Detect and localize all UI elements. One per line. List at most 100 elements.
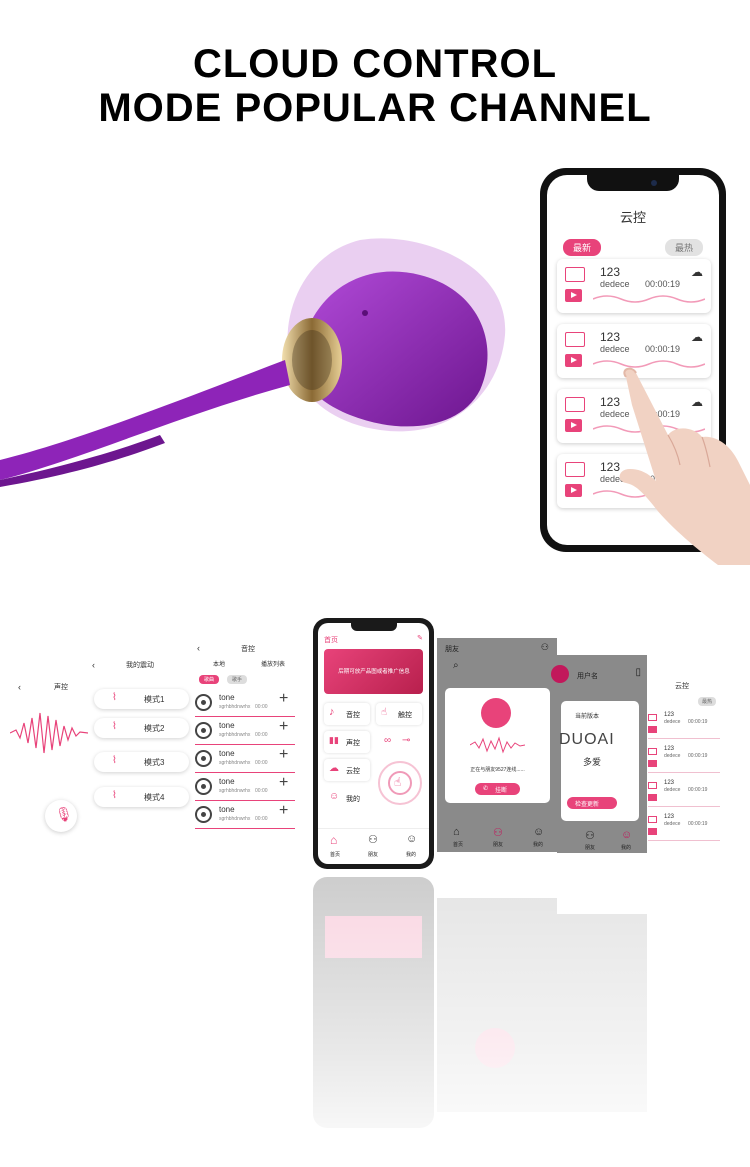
record-card[interactable]: 123 dedece 00:00:19 ☁ bbox=[557, 259, 711, 313]
menu-link[interactable]: ∞ ⊸ bbox=[376, 731, 422, 753]
play-icon[interactable] bbox=[648, 794, 657, 801]
tab-playlist[interactable]: 播放列表 bbox=[261, 659, 285, 668]
profile-icon[interactable]: ☺ bbox=[621, 829, 632, 841]
search-icon[interactable]: ⌕ bbox=[453, 660, 459, 671]
mode-label: 模式2 bbox=[144, 724, 165, 733]
record-name: 123 bbox=[664, 712, 675, 718]
play-icon[interactable] bbox=[648, 828, 657, 835]
nav-home-label[interactable]: 首页 bbox=[453, 841, 463, 848]
record-name: 123 bbox=[664, 780, 675, 786]
back-icon[interactable]: ‹ bbox=[18, 682, 21, 692]
record-name: 123 bbox=[600, 330, 621, 344]
menu-touch[interactable]: ☝ 触控 bbox=[376, 703, 422, 725]
cloud-download-icon[interactable]: ☁ bbox=[691, 265, 703, 279]
finger-icon: ☝ bbox=[394, 775, 402, 789]
touch-pad[interactable]: ☝ bbox=[378, 761, 422, 805]
nav-profile-label[interactable]: 我的 bbox=[621, 844, 631, 851]
vibration-screen: ‹ 我的震动 ⌇ 模式1 ⌇ 模式2 ⌇ 模式3 ⌇ 模式4 bbox=[88, 655, 198, 825]
mode-button-4[interactable]: ⌇ 模式4 bbox=[94, 787, 189, 807]
hangup-button[interactable]: ✆ 挂断 bbox=[475, 783, 520, 795]
waveform-icon bbox=[648, 816, 657, 823]
back-icon[interactable]: ‹ bbox=[92, 660, 95, 670]
tab-hottest[interactable]: 最热 bbox=[698, 697, 717, 706]
chip-songs[interactable]: 歌曲 bbox=[199, 675, 220, 684]
nav-friends-label[interactable]: 朋友 bbox=[368, 851, 378, 858]
microphone-icon: 🎙 bbox=[55, 806, 73, 822]
track-row[interactable]: tone sgrhbhdnwrhx 00:00 + bbox=[195, 774, 295, 802]
track-artist: sgrhbhdnwrhx bbox=[219, 816, 251, 822]
track-row[interactable]: tone sgrhbhdnwrhx 00:00 + bbox=[195, 718, 295, 746]
play-icon[interactable] bbox=[565, 484, 582, 497]
promo-banner[interactable]: 后期可放产品图或者推广信息 bbox=[324, 649, 423, 694]
tab-local[interactable]: 本地 bbox=[213, 659, 225, 668]
record-card[interactable]: 123 dedece 00:00:19 bbox=[648, 813, 720, 841]
add-icon[interactable]: + bbox=[279, 802, 288, 820]
add-icon[interactable]: + bbox=[279, 746, 288, 764]
record-card[interactable]: 123 dedece 00:00:19 bbox=[648, 745, 720, 773]
record-card[interactable]: 123 dedece 00:00:19 bbox=[648, 711, 720, 739]
track-row[interactable]: tone sgrhbhdnwrhx 00:00 + bbox=[195, 802, 295, 830]
disc-icon bbox=[195, 806, 212, 823]
menu-label: 触控 bbox=[398, 712, 412, 719]
menu-voice[interactable]: ▮▮ 声控 bbox=[324, 731, 370, 753]
play-icon[interactable] bbox=[648, 726, 657, 733]
nav-home-label[interactable]: 首页 bbox=[330, 851, 340, 858]
nav-friends-label[interactable]: 朋友 bbox=[585, 844, 595, 851]
friends-icon[interactable]: ⚇ bbox=[493, 826, 503, 839]
avatar bbox=[551, 665, 569, 683]
mode-label: 模式1 bbox=[144, 695, 165, 704]
tab-newest[interactable]: 最新 bbox=[563, 239, 602, 256]
nav-friends-label[interactable]: 朋友 bbox=[493, 841, 503, 848]
check-update-button[interactable]: 检查更新 bbox=[567, 797, 617, 809]
mode-label: 模式4 bbox=[144, 793, 165, 802]
call-waveform bbox=[470, 736, 525, 754]
home-icon[interactable]: ⌂ bbox=[330, 833, 337, 847]
friends-icon[interactable]: ⚇ bbox=[368, 833, 378, 846]
mode-button-3[interactable]: ⌇ 模式3 bbox=[94, 752, 189, 772]
track-row[interactable]: tone sgrhbhdnwrhx 00:00 + bbox=[195, 690, 295, 718]
menu-cloud[interactable]: ☁ 云控 bbox=[324, 759, 370, 781]
profile-icon[interactable]: ☺ bbox=[406, 833, 417, 845]
menu-music[interactable]: ♪ 音控 bbox=[324, 703, 370, 725]
person-icon[interactable]: ⚇ bbox=[541, 642, 549, 653]
add-icon[interactable]: + bbox=[279, 690, 288, 708]
record-duration: 00:00:19 bbox=[645, 344, 681, 354]
home-icon[interactable]: ⌂ bbox=[453, 826, 460, 838]
friends-icon[interactable]: ⚇ bbox=[585, 829, 595, 842]
pulse-icon: ⌇ bbox=[112, 721, 117, 732]
microphone-button[interactable]: 🎙 bbox=[45, 800, 77, 832]
track-artist: sgrhbhdnwrhx bbox=[219, 732, 251, 738]
waveform-icon bbox=[648, 782, 657, 789]
mode-button-1[interactable]: ⌇ 模式1 bbox=[94, 689, 189, 709]
play-icon[interactable] bbox=[565, 419, 582, 432]
play-icon[interactable] bbox=[565, 354, 582, 367]
brand-name: DUOAI bbox=[559, 731, 615, 748]
nav-profile-label[interactable]: 我的 bbox=[533, 841, 543, 848]
pulse-icon: ⌇ bbox=[112, 755, 117, 766]
menu-profile[interactable]: ☺ 我的 bbox=[324, 787, 370, 809]
screen-title: 云控 bbox=[619, 210, 646, 225]
screen-title: 首页 bbox=[324, 637, 338, 644]
track-time: 00:00 bbox=[255, 788, 268, 794]
chip-artists[interactable]: 歌手 bbox=[227, 675, 248, 684]
tab-hottest[interactable]: 最热 bbox=[664, 239, 703, 256]
record-waveform bbox=[593, 295, 705, 303]
pulse-icon: ⌇ bbox=[112, 692, 117, 703]
nav-profile-label[interactable]: 我的 bbox=[406, 851, 416, 858]
play-icon[interactable] bbox=[648, 760, 657, 767]
add-icon[interactable]: + bbox=[279, 718, 288, 736]
edit-icon[interactable]: ✎ bbox=[417, 634, 423, 642]
mode-button-2[interactable]: ⌇ 模式2 bbox=[94, 718, 189, 738]
headline-line-1: CLOUD CONTROL bbox=[192, 42, 558, 86]
track-row[interactable]: tone sgrhbhdnwrhx 00:00 + bbox=[195, 746, 295, 774]
play-icon[interactable] bbox=[565, 289, 582, 302]
profile-icon[interactable]: ☺ bbox=[533, 826, 544, 838]
touch-icon: ☝ bbox=[381, 707, 388, 718]
cloud-download-icon[interactable]: ☁ bbox=[691, 330, 703, 344]
record-duration: 00:00:19 bbox=[688, 787, 708, 793]
add-icon[interactable]: + bbox=[279, 774, 288, 792]
back-icon[interactable]: ‹ bbox=[197, 643, 200, 653]
sound-wave bbox=[10, 712, 88, 754]
record-card[interactable]: 123 dedece 00:00:19 bbox=[648, 779, 720, 807]
battery-icon: ▯ bbox=[635, 667, 641, 678]
